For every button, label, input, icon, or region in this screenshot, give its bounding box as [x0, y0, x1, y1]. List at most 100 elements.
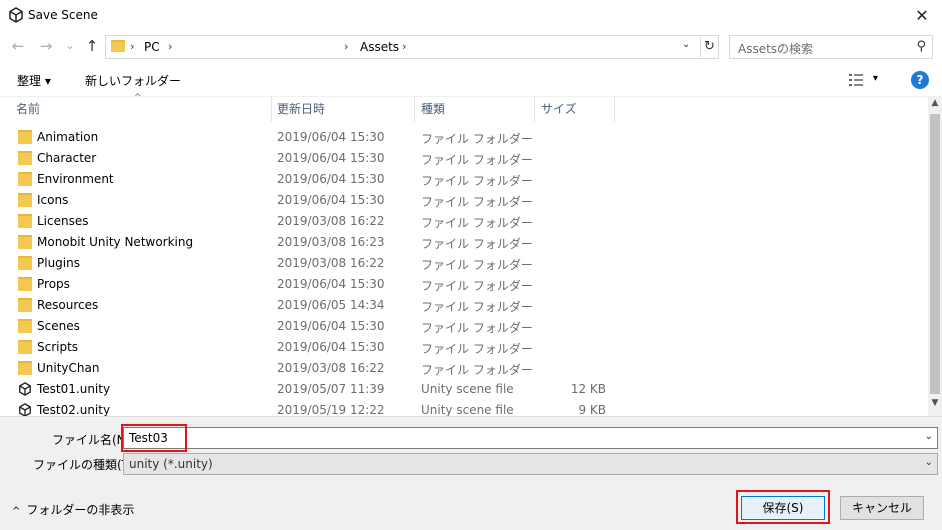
address-dropdown-icon[interactable]: ⌄ — [682, 39, 690, 50]
column-header-size[interactable]: サイズ — [535, 97, 615, 122]
file-name: Icons — [37, 193, 69, 207]
forward-arrow-icon[interactable]: → — [36, 36, 56, 56]
folder-icon — [18, 214, 32, 228]
filetype-select[interactable]: unity (*.unity) ⌄ — [123, 453, 938, 475]
file-type: ファイル フォルダー — [421, 342, 533, 356]
file-type: ファイル フォルダー — [421, 321, 533, 335]
breadcrumb-chevron-icon[interactable]: › — [130, 40, 134, 53]
address-bar[interactable]: › PC › › Assets › ⌄ ↻ — [105, 35, 719, 59]
view-details-icon[interactable] — [849, 73, 863, 87]
scroll-up-icon[interactable]: ▲ — [928, 98, 942, 112]
file-name: Test02.unity — [37, 403, 111, 417]
filetype-dropdown-icon[interactable]: ⌄ — [925, 457, 933, 468]
file-type: Unity scene file — [421, 382, 514, 396]
scroll-down-icon[interactable]: ▼ — [928, 398, 942, 412]
file-row[interactable]: UnityChan 2019/03/08 16:22 ファイル フォルダー — [0, 358, 928, 379]
file-name: Test01.unity — [37, 382, 111, 396]
column-divider[interactable] — [614, 97, 615, 122]
column-header-date[interactable]: 更新日時 — [271, 97, 414, 122]
folder-icon — [18, 298, 32, 312]
file-date: 2019/06/04 15:30 — [277, 151, 385, 165]
save-button[interactable]: 保存(S) — [741, 496, 825, 520]
file-list: ^ 名前 更新日時 種類 サイズ Animation 2019/06/04 15:… — [0, 93, 942, 417]
file-name: Scripts — [37, 340, 79, 354]
filetype-value[interactable]: unity (*.unity) — [129, 457, 213, 471]
file-date: 2019/03/08 16:22 — [277, 214, 385, 228]
new-folder-button[interactable]: 新しいフォルダー — [85, 72, 181, 89]
file-date: 2019/06/04 15:30 — [277, 193, 385, 207]
folder-icon — [18, 256, 32, 270]
hide-folders-label: フォルダーの非表示 — [26, 503, 135, 517]
column-header-name[interactable]: 名前 — [10, 97, 270, 122]
folder-icon — [18, 235, 32, 249]
file-row[interactable]: Scripts 2019/06/04 15:30 ファイル フォルダー — [0, 337, 928, 358]
file-row[interactable]: Icons 2019/06/04 15:30 ファイル フォルダー — [0, 190, 928, 211]
folder-icon — [18, 130, 32, 144]
breadcrumb-assets[interactable]: Assets — [360, 40, 399, 54]
breadcrumb-chevron-icon[interactable]: › — [344, 40, 348, 53]
file-row[interactable]: Environment 2019/06/04 15:30 ファイル フォルダー — [0, 169, 928, 190]
refresh-icon[interactable]: ↻ — [700, 37, 718, 57]
cancel-button[interactable]: キャンセル — [840, 496, 924, 520]
file-row[interactable]: Monobit Unity Networking 2019/03/08 16:23… — [0, 232, 928, 253]
file-size: 12 KB — [570, 382, 606, 396]
file-type: ファイル フォルダー — [421, 132, 533, 146]
file-name: Resources — [37, 298, 99, 312]
file-row[interactable]: Animation 2019/06/04 15:30 ファイル フォルダー — [0, 127, 928, 148]
file-row[interactable]: Plugins 2019/03/08 16:22 ファイル フォルダー — [0, 253, 928, 274]
file-row[interactable]: Character 2019/06/04 15:30 ファイル フォルダー — [0, 148, 928, 169]
up-arrow-icon[interactable]: ↑ — [82, 36, 102, 56]
vertical-scrollbar[interactable]: ▲ ▼ — [928, 96, 942, 416]
breadcrumb-pc[interactable]: PC — [144, 40, 160, 54]
save-form: ファイル名(N): Test03 ⌄ ファイルの種類(T): unity (*.… — [0, 416, 942, 530]
breadcrumb-chevron-icon[interactable]: › — [168, 40, 172, 53]
folder-icon — [18, 361, 32, 375]
file-type: ファイル フォルダー — [421, 174, 533, 188]
scrollbar-thumb[interactable] — [930, 114, 940, 394]
search-icon[interactable]: ⚲ — [916, 39, 926, 54]
folder-icon — [18, 340, 32, 354]
file-date: 2019/06/04 15:30 — [277, 277, 385, 291]
file-date: 2019/06/04 15:30 — [277, 130, 385, 144]
file-row[interactable]: Test01.unity 2019/05/07 11:39 Unity scene … — [0, 379, 928, 400]
file-type: ファイル フォルダー — [421, 258, 533, 272]
search-input[interactable]: Assetsの検索 — [738, 40, 813, 57]
file-date: 2019/03/08 16:22 — [277, 256, 385, 270]
folder-icon — [18, 172, 32, 186]
file-row[interactable]: Props 2019/06/04 15:30 ファイル フォルダー — [0, 274, 928, 295]
close-button[interactable]: ✕ — [902, 0, 942, 30]
organize-button[interactable]: 整理 ▾ — [17, 72, 51, 89]
file-type: ファイル フォルダー — [421, 237, 533, 251]
file-name: Props — [37, 277, 70, 291]
help-icon[interactable]: ? — [911, 71, 929, 89]
column-header-type[interactable]: 種類 — [415, 97, 535, 122]
file-type: ファイル フォルダー — [421, 279, 533, 293]
window-title: Save Scene — [28, 8, 98, 22]
file-name: Licenses — [37, 214, 89, 228]
chevron-up-icon: ^ — [12, 506, 21, 517]
filename-field[interactable]: Test03 ⌄ — [123, 427, 938, 449]
search-box[interactable]: Assetsの検索 ⚲ — [729, 35, 933, 59]
command-toolbar: 整理 ▾ 新しいフォルダー ▾ ? — [0, 66, 942, 94]
view-dropdown-icon[interactable]: ▾ — [873, 73, 878, 84]
highlight-box — [121, 424, 187, 452]
file-row[interactable]: Licenses 2019/03/08 16:22 ファイル フォルダー — [0, 211, 928, 232]
hide-folders-toggle[interactable]: ^ フォルダーの非表示 — [12, 501, 134, 518]
file-name: Plugins — [37, 256, 80, 270]
file-date: 2019/06/04 15:30 — [277, 172, 385, 186]
title-bar: Save Scene ✕ — [0, 0, 942, 30]
file-size: 9 KB — [578, 403, 606, 417]
recent-locations-chevron-icon[interactable]: ⌄ — [60, 36, 80, 56]
file-type: Unity scene file — [421, 403, 514, 417]
close-icon: ✕ — [915, 5, 929, 25]
filename-dropdown-icon[interactable]: ⌄ — [925, 431, 933, 442]
file-row[interactable]: Resources 2019/06/05 14:34 ファイル フォルダー — [0, 295, 928, 316]
file-row[interactable]: Scenes 2019/06/04 15:30 ファイル フォルダー — [0, 316, 928, 337]
file-row[interactable]: Test02.unity 2019/05/19 12:22 Unity scene … — [0, 400, 928, 417]
folder-icon — [18, 193, 32, 207]
breadcrumb-chevron-icon[interactable]: › — [402, 40, 406, 53]
file-name: Character — [37, 151, 97, 165]
file-date: 2019/05/07 11:39 — [277, 382, 385, 396]
back-arrow-icon[interactable]: ← — [8, 36, 28, 56]
file-date: 2019/06/04 15:30 — [277, 340, 385, 354]
